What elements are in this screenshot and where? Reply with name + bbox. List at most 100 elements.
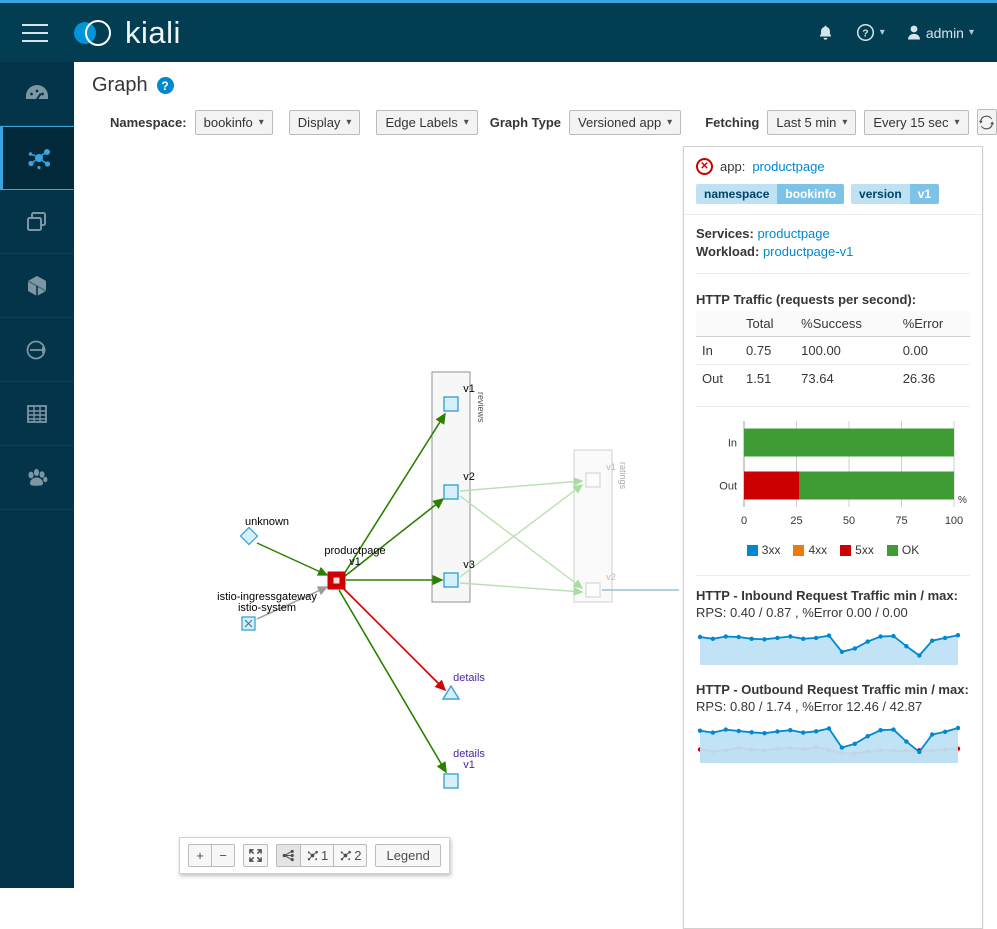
sidebar-item-workloads[interactable] [0,254,74,318]
sidebar [0,62,74,888]
fetching-label: Fetching [705,114,760,130]
graph-node-ratings-v1[interactable] [585,472,601,488]
legend-item-4xx[interactable]: 4xx [793,543,827,557]
edge-istio-ingressgateway-productpage-v1[interactable] [256,586,329,620]
th-total: Total [740,311,796,337]
page-title: Graph [92,74,148,96]
display-dropdown[interactable]: Display ▾ [288,109,361,135]
sidebar-item-istio-config[interactable] [0,382,74,446]
sidebar-item-services[interactable] [0,318,74,382]
help-menu-button[interactable]: ? ▾ [847,17,894,48]
cell-total: 0.75 [740,336,796,365]
services-row: Services: productpage [696,226,970,241]
legend-item-3xx[interactable]: 3xx [746,543,780,557]
edge-productpage-v1-reviews-v2[interactable] [344,498,445,577]
refresh-button[interactable] [976,109,997,135]
edge-productpage-v1-reviews-v1[interactable] [343,412,446,575]
layout-dagre-button[interactable] [276,844,301,867]
layout-cola-label: 1 [321,848,329,863]
zoom-in-button[interactable]: + [188,844,212,867]
edge-reviews-v2-ratings-v2[interactable] [459,495,584,589]
graph-node-reviews-v2[interactable] [443,484,459,500]
hamburger-icon[interactable] [0,3,70,62]
edge-labels-dropdown[interactable]: Edge Labels ▾ [376,109,478,135]
workloads-cube-icon [27,275,47,296]
sidebar-item-graph[interactable] [0,126,74,190]
cell-direction: In [696,336,740,365]
badge-namespace[interactable]: namespace bookinfo [696,184,845,204]
fit-screen-icon [249,849,262,862]
edge-reviews-v3-ratings-v1[interactable] [459,484,584,578]
graph-node-details-service[interactable] [441,684,461,700]
edge-productpage-v1-details-svc[interactable] [342,587,447,692]
page-content: Graph ? Namespace: bookinfo ▾ Display ▾ … [74,62,997,929]
outbound-title: HTTP - Outbound Request Traffic min / ma… [696,682,969,697]
layout-controls: 1 2 [276,844,368,867]
legend-label-4xx: 4xx [808,543,828,557]
chevron-down-icon: ▾ [258,116,264,128]
brand-logo[interactable]: kiali [70,13,181,53]
outbound-sparkline-section: HTTP - Outbound Request Traffic min / ma… [696,682,970,766]
traffic-title: HTTP Traffic (requests per second): [696,292,917,307]
services-label: Services: [696,226,754,241]
inbound-sparkline-svg[interactable] [696,625,962,665]
divider [696,273,970,274]
legend-button[interactable]: Legend [375,844,441,867]
graph-node-details-v1[interactable] [443,773,459,789]
graph-node-reviews-v3[interactable] [443,572,459,588]
edge-reviews-v2-ratings-v1[interactable] [459,477,584,492]
notifications-button[interactable] [808,18,843,47]
badge-version[interactable]: version v1 [851,184,940,204]
refresh-interval-dropdown[interactable]: Every 15 sec ▾ [864,109,969,135]
graph-node-ratings-v2[interactable] [585,582,601,598]
display-dropdown-value: Display [297,114,341,130]
workload-row: Workload: productpage-v1 [696,244,970,259]
fit-to-screen-button[interactable] [243,844,268,867]
dashboard-gauge-icon [26,84,48,99]
duration-dropdown-value: Last 5 min [776,114,837,130]
cell-success: 100.00 [795,336,897,365]
refresh-interval-dropdown-value: Every 15 sec [873,114,949,130]
sidebar-item-overview[interactable] [0,62,74,126]
cell-success: 73.64 [801,371,834,386]
duration-dropdown[interactable]: Last 5 min ▾ [767,109,857,135]
graph-node-productpage-v1[interactable] [327,571,346,590]
table-row: In 0.75 100.00 0.00 [696,336,970,365]
cell-error: 0.00 [896,336,970,365]
badge-version-key: version [851,184,910,204]
graph-type-dropdown-value: Versioned app [578,114,662,130]
namespace-dropdown[interactable]: bookinfo ▾ [194,109,273,135]
edge-reviews-v3-ratings-v2[interactable] [459,582,584,596]
graph-node-unknown[interactable] [239,526,259,546]
graph-toolbar: Namespace: bookinfo ▾ Display ▾ Edge Lab… [92,97,997,145]
edge-productpage-v1-details-v1[interactable] [338,589,447,774]
graph-node-istio-ingressgateway[interactable] [241,616,256,631]
sidebar-item-applications[interactable] [0,190,74,254]
th-error: %Error [896,311,970,337]
zoom-out-button[interactable]: − [211,844,235,867]
services-link[interactable]: productpage [757,226,829,241]
chevron-down-icon: ▾ [463,116,469,128]
divider [696,575,970,576]
layout-cola-button[interactable]: 1 [300,844,335,867]
legend-item-5xx[interactable]: 5xx [840,543,874,557]
legend-label-5xx: 5xx [855,543,874,557]
refresh-icon [979,115,995,129]
legend-item-ok[interactable]: OK [886,543,920,557]
user-menu-button[interactable]: admin ▾ [898,19,983,47]
summary-header: ✕ app: productpage namespace bookinfo ve… [684,147,982,215]
summary-app-link[interactable]: productpage [752,159,824,174]
layout-cose-button[interactable]: 2 [333,844,368,867]
edge-unknown-productpage-v1[interactable] [256,542,329,576]
edge-labels-dropdown-value: Edge Labels [385,114,458,130]
help-circle-icon[interactable]: ? [156,77,174,94]
summary-badges: namespace bookinfo version v1 [696,184,970,204]
outbound-sparkline-svg[interactable] [696,719,962,763]
service-graph-canvas[interactable]: reviews ratings unknown istio-ingressgat… [92,146,679,886]
workload-link[interactable]: productpage-v1 [763,244,853,259]
graph-type-dropdown[interactable]: Versioned app ▾ [569,109,682,135]
th-blank [696,311,740,337]
graph-node-reviews-v1[interactable] [443,396,459,412]
legend-label-ok: OK [901,543,920,557]
sidebar-item-distributed-tracing[interactable] [0,446,74,510]
